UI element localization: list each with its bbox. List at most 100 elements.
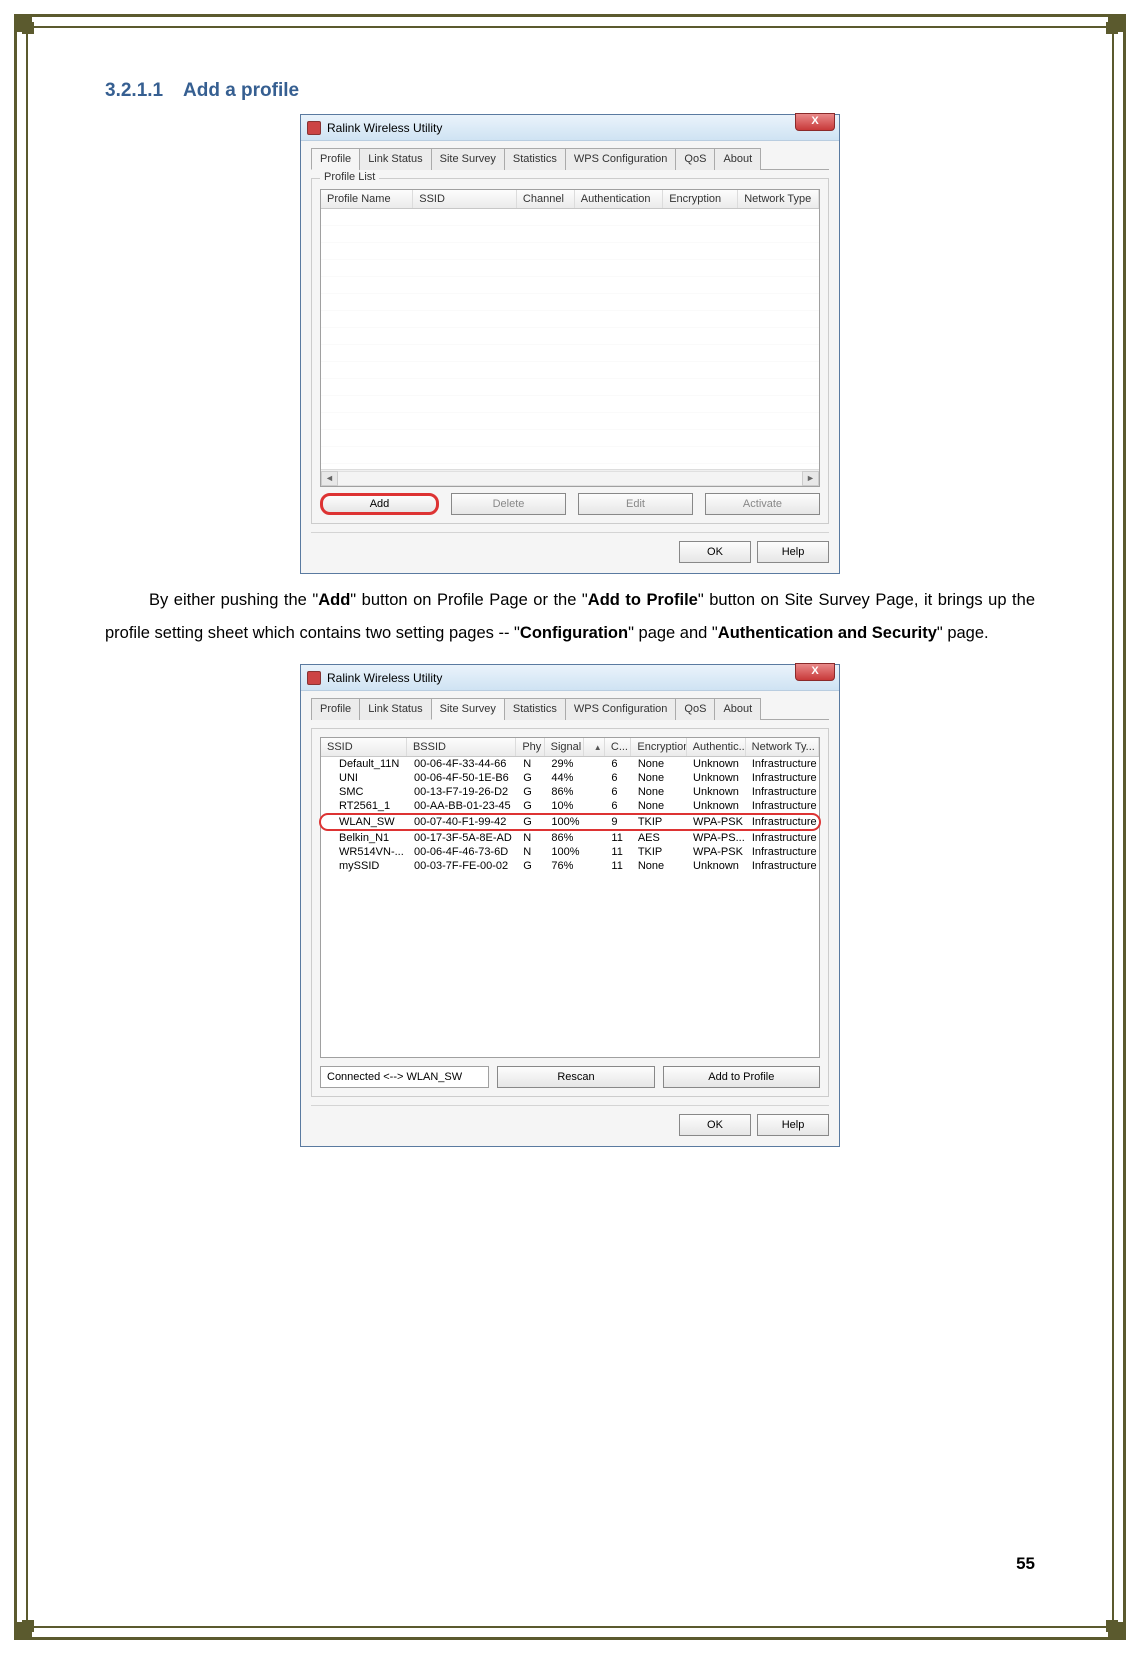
- cell-nt: Infrastructure: [746, 860, 819, 872]
- tab-about[interactable]: About: [714, 698, 761, 720]
- cell-enc: AES: [632, 832, 687, 844]
- tab-site-survey[interactable]: Site Survey: [431, 148, 505, 170]
- column-header[interactable]: Network Ty...: [746, 738, 819, 756]
- cell-phy: G: [517, 860, 545, 872]
- table-row[interactable]: RT2561_100-AA-BB-01-23-45G10%6NoneUnknow…: [321, 799, 819, 813]
- divider: [311, 532, 829, 533]
- app-icon: [307, 671, 321, 685]
- column-header[interactable]: BSSID: [407, 738, 516, 756]
- scroll-left-icon[interactable]: ◄: [321, 471, 338, 486]
- column-header[interactable]: C...: [605, 738, 632, 756]
- table-row[interactable]: UNI00-06-4F-50-1E-B6G44%6NoneUnknownInfr…: [321, 771, 819, 785]
- tab-qos[interactable]: QoS: [675, 698, 715, 720]
- table-row[interactable]: WLAN_SW00-07-40-F1-99-42G100%9TKIPWPA-PS…: [319, 813, 821, 831]
- cell-ssid: mySSID: [321, 860, 408, 872]
- profile-window: Ralink Wireless Utility X ProfileLink St…: [300, 114, 840, 574]
- column-header[interactable]: Authentication: [575, 190, 663, 208]
- corner-decor: [22, 1620, 34, 1632]
- cell-c: 6: [605, 800, 631, 812]
- cell-bssid: 00-17-3F-5A-8E-AD: [408, 832, 517, 844]
- tab-link-status[interactable]: Link Status: [359, 148, 431, 170]
- column-header[interactable]: SSID: [413, 190, 517, 208]
- table-row[interactable]: WR514VN-...00-06-4F-46-73-6DN100%11TKIPW…: [321, 845, 819, 859]
- close-button[interactable]: X: [795, 663, 835, 681]
- close-button[interactable]: X: [795, 113, 835, 131]
- cell-phy: G: [517, 800, 545, 812]
- titlebar[interactable]: Ralink Wireless Utility X: [301, 115, 839, 141]
- cell-sort: [584, 816, 605, 828]
- cell-auth: WPA-PSK: [687, 816, 746, 828]
- delete-button[interactable]: Delete: [451, 493, 566, 515]
- page-number: 55: [1016, 1554, 1035, 1574]
- cell-nt: Infrastructure: [746, 832, 819, 844]
- titlebar[interactable]: Ralink Wireless Utility X: [301, 665, 839, 691]
- tab-wps-configuration[interactable]: WPS Configuration: [565, 698, 677, 720]
- help-button[interactable]: Help: [757, 1114, 829, 1136]
- corner-decor: [1106, 22, 1118, 34]
- table-row[interactable]: Belkin_N100-17-3F-5A-8E-ADN86%11AESWPA-P…: [321, 831, 819, 845]
- cell-sort: [584, 860, 605, 872]
- section-number: 3.2.1.1: [105, 80, 183, 102]
- tab-profile[interactable]: Profile: [311, 148, 360, 170]
- survey-listview[interactable]: SSIDBSSIDPhySignal C...EncryptionAuthenti…: [320, 737, 820, 1058]
- column-header[interactable]: Profile Name: [321, 190, 413, 208]
- edit-button[interactable]: Edit: [578, 493, 693, 515]
- cell-bssid: 00-06-4F-33-44-66: [408, 758, 517, 770]
- cell-enc: None: [632, 860, 687, 872]
- scroll-track[interactable]: [338, 471, 802, 486]
- help-button[interactable]: Help: [757, 541, 829, 563]
- cell-nt: Infrastructure: [746, 816, 819, 828]
- cell-enc: None: [632, 800, 687, 812]
- tab-about[interactable]: About: [714, 148, 761, 170]
- listview-header[interactable]: SSIDBSSIDPhySignal C...EncryptionAuthenti…: [321, 738, 819, 757]
- cell-nt: Infrastructure: [746, 846, 819, 858]
- column-header[interactable]: Phy: [516, 738, 544, 756]
- column-header[interactable]: Encryption: [663, 190, 738, 208]
- scroll-right-icon[interactable]: ►: [802, 471, 819, 486]
- tab-site-survey[interactable]: Site Survey: [431, 698, 505, 720]
- cell-nt: Infrastructure: [746, 758, 819, 770]
- column-header[interactable]: Authentic...: [687, 738, 746, 756]
- add-button[interactable]: Add: [320, 493, 439, 515]
- listview-body[interactable]: [321, 209, 819, 469]
- column-header[interactable]: Channel: [517, 190, 575, 208]
- activate-button[interactable]: Activate: [705, 493, 820, 515]
- cell-nt: Infrastructure: [746, 772, 819, 784]
- listview-header[interactable]: Profile NameSSIDChannelAuthenticationEnc…: [321, 190, 819, 209]
- column-header[interactable]: Encryption: [631, 738, 686, 756]
- table-row[interactable]: mySSID00-03-7F-FE-00-02G76%11NoneUnknown…: [321, 859, 819, 873]
- cell-phy: G: [517, 786, 545, 798]
- listview-body[interactable]: Default_11N00-06-4F-33-44-66N29%6NoneUnk…: [321, 757, 819, 1057]
- column-header[interactable]: SSID: [321, 738, 407, 756]
- tab-link-status[interactable]: Link Status: [359, 698, 431, 720]
- ok-button[interactable]: OK: [679, 1114, 751, 1136]
- cell-bssid: 00-07-40-F1-99-42: [408, 816, 517, 828]
- cell-sort: [584, 846, 605, 858]
- cell-enc: TKIP: [632, 816, 687, 828]
- cell-phy: N: [517, 832, 545, 844]
- cell-signal: 76%: [545, 860, 584, 872]
- tab-statistics[interactable]: Statistics: [504, 148, 566, 170]
- add-to-profile-button[interactable]: Add to Profile: [663, 1066, 820, 1088]
- cell-signal: 44%: [545, 772, 584, 784]
- cell-signal: 86%: [545, 786, 584, 798]
- tab-statistics[interactable]: Statistics: [504, 698, 566, 720]
- tab-profile[interactable]: Profile: [311, 698, 360, 720]
- column-header[interactable]: Signal: [545, 738, 584, 756]
- column-header[interactable]: Network Type: [738, 190, 819, 208]
- table-row[interactable]: Default_11N00-06-4F-33-44-66N29%6NoneUnk…: [321, 757, 819, 771]
- tab-qos[interactable]: QoS: [675, 148, 715, 170]
- cell-c: 11: [605, 846, 631, 858]
- ok-button[interactable]: OK: [679, 541, 751, 563]
- cell-phy: N: [517, 758, 545, 770]
- profile-listview[interactable]: Profile NameSSIDChannelAuthenticationEnc…: [320, 189, 820, 487]
- app-icon: [307, 121, 321, 135]
- rescan-button[interactable]: Rescan: [497, 1066, 654, 1088]
- table-row[interactable]: SMC00-13-F7-19-26-D2G86%6NoneUnknownInfr…: [321, 785, 819, 799]
- column-header[interactable]: [584, 738, 605, 756]
- tab-wps-configuration[interactable]: WPS Configuration: [565, 148, 677, 170]
- divider: [311, 1105, 829, 1106]
- horizontal-scrollbar[interactable]: ◄ ►: [321, 469, 819, 486]
- profile-list-group: Profile List Profile NameSSIDChannelAuth…: [311, 178, 829, 524]
- cell-phy: G: [517, 816, 545, 828]
